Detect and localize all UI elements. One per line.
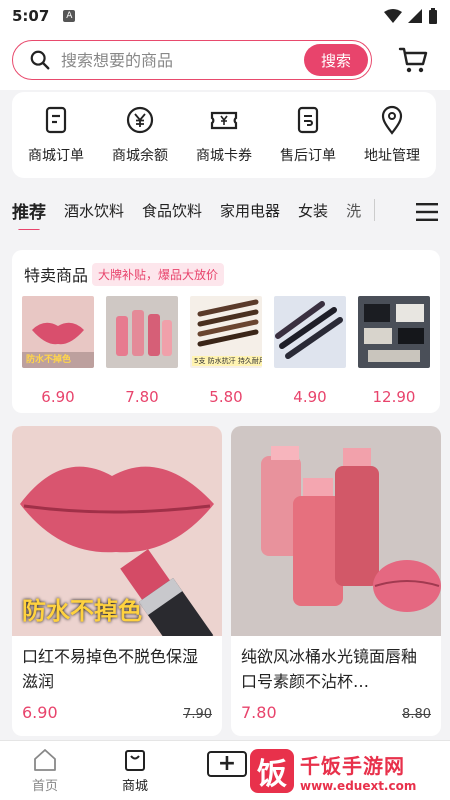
tab-recommend[interactable]: 推荐 <box>12 198 46 230</box>
status-bar: 5:07 A <box>0 0 450 32</box>
special-item-caption: 防水不掉色 <box>26 355 72 365</box>
quick-item-after-sale[interactable]: 售后订单 <box>267 105 349 165</box>
quick-item-address[interactable]: 地址管理 <box>351 105 433 165</box>
special-item-price: 7.80 <box>125 388 159 406</box>
tab-divider <box>374 199 376 221</box>
product-price: 6.90 <box>22 703 58 722</box>
product-image-eyebrow-pencils: 5支 防水抗汗 持久耐用 <box>190 296 262 368</box>
product-card[interactable]: 防水不掉色 口红不易掉色不脱色保湿滋润 6.90 7.90 <box>12 426 222 736</box>
special-list: 防水不掉色 6.90 7.80 5支 防水抗汗 持久耐用 5.80 4.90 1… <box>22 296 430 406</box>
location-pin-icon <box>381 105 403 135</box>
quick-item-label: 商城卡券 <box>196 148 252 164</box>
product-old-price: 7.90 <box>183 707 212 722</box>
tab-drinks[interactable]: 酒水饮料 <box>64 200 124 221</box>
special-item-price: 6.90 <box>41 388 75 406</box>
search-bar[interactable]: 搜索 <box>12 40 372 80</box>
product-image-eyeshadow <box>358 296 430 368</box>
product-price: 7.80 <box>241 703 277 722</box>
nav-label: 首页 <box>31 779 58 794</box>
quick-item-coupons[interactable]: 商城卡券 <box>183 105 265 165</box>
yuan-coin-icon <box>126 106 154 134</box>
nav-home[interactable]: 首页 <box>0 741 90 800</box>
notification-badge-icon: A <box>63 10 76 22</box>
product-old-price: 8.80 <box>402 707 431 722</box>
image-caption: 防水不掉色 <box>22 597 142 625</box>
product-image-lipstick: 防水不掉色 <box>12 426 222 636</box>
product-prices: 7.80 8.80 <box>241 703 431 722</box>
search-icon <box>30 50 50 70</box>
after-sale-icon <box>297 106 319 134</box>
quick-item-label: 商城订单 <box>28 148 84 164</box>
quick-item-orders[interactable]: 商城订单 <box>15 105 97 165</box>
special-badge: 大牌补贴，爆品大放价 <box>92 262 225 286</box>
nav-label: 商城 <box>121 779 148 794</box>
special-offers: 特卖商品 大牌补贴，爆品大放价 防水不掉色 6.90 7.80 5支 防水抗汗 … <box>12 250 440 413</box>
quick-menu: 商城订单 商城余额 商城卡券 售后订单 地址管理 <box>12 92 436 178</box>
tab-food[interactable]: 食品饮料 <box>142 200 202 221</box>
product-title: 口红不易掉色不脱色保湿滋润 <box>22 647 199 691</box>
watermark: 饭 千饭手游网 www.eduext.com <box>250 742 450 800</box>
menu-icon[interactable] <box>416 202 438 222</box>
nav-shop[interactable]: 商城 <box>90 741 180 800</box>
product-image-lip-gloss <box>106 296 178 368</box>
quick-item-label: 售后订单 <box>280 148 336 164</box>
special-item-price: 4.90 <box>293 388 327 406</box>
special-item[interactable]: 7.80 <box>106 296 178 406</box>
battery-icon <box>429 8 437 24</box>
watermark-logo: 饭 <box>250 749 294 793</box>
order-list-icon <box>45 106 67 134</box>
quick-item-label: 地址管理 <box>364 148 420 164</box>
category-tabs: 推荐 酒水饮料 食品饮料 家用电器 女装 洗 <box>0 190 450 230</box>
product-image-eyeliner <box>274 296 346 368</box>
search-button[interactable]: 搜索 <box>304 44 368 76</box>
shop-bag-icon <box>125 750 145 771</box>
special-item[interactable]: 4.90 <box>274 296 346 406</box>
product-card[interactable]: 纯欲风冰桶水光镜面唇釉口号素颜不沾杯… 7.80 8.80 <box>231 426 441 736</box>
special-item[interactable]: 12.90 <box>358 296 430 406</box>
product-prices: 6.90 7.90 <box>22 703 212 722</box>
special-item-price: 12.90 <box>372 388 416 406</box>
product-title: 纯欲风冰桶水光镜面唇釉口号素颜不沾杯… <box>241 647 418 691</box>
home-icon <box>34 749 56 771</box>
status-icons <box>384 8 438 24</box>
quick-item-balance[interactable]: 商城余额 <box>99 105 181 165</box>
special-item-price: 5.80 <box>209 388 243 406</box>
product-image-lip-glaze <box>231 426 441 636</box>
wifi-icon <box>384 9 402 23</box>
quick-item-label: 商城余额 <box>112 148 168 164</box>
special-header: 特卖商品 大牌补贴，爆品大放价 <box>24 262 225 286</box>
product-image-lips: 防水不掉色 <box>22 296 94 368</box>
watermark-title: 千饭手游网 <box>300 753 405 778</box>
watermark-text: 千饭手游网 www.eduext.com <box>300 750 416 793</box>
special-item-caption: 5支 防水抗汗 持久耐用 <box>192 356 262 366</box>
signal-icon <box>408 9 422 23</box>
special-item[interactable]: 5支 防水抗汗 持久耐用 5.80 <box>190 296 262 406</box>
tab-appliances[interactable]: 家用电器 <box>220 200 280 221</box>
plus-icon: + <box>207 751 247 777</box>
tab-womens-wear[interactable]: 女装 <box>298 200 328 221</box>
header: 搜索 <box>0 32 450 90</box>
status-time: 5:07 <box>12 7 50 25</box>
special-item[interactable]: 防水不掉色 6.90 <box>22 296 94 406</box>
search-input[interactable] <box>61 50 291 70</box>
watermark-url: www.eduext.com <box>300 778 417 793</box>
tab-more-partial[interactable]: 洗 <box>346 200 362 221</box>
special-title: 特卖商品 <box>24 266 89 285</box>
coupon-icon <box>210 111 238 130</box>
cart-icon[interactable] <box>398 46 428 74</box>
